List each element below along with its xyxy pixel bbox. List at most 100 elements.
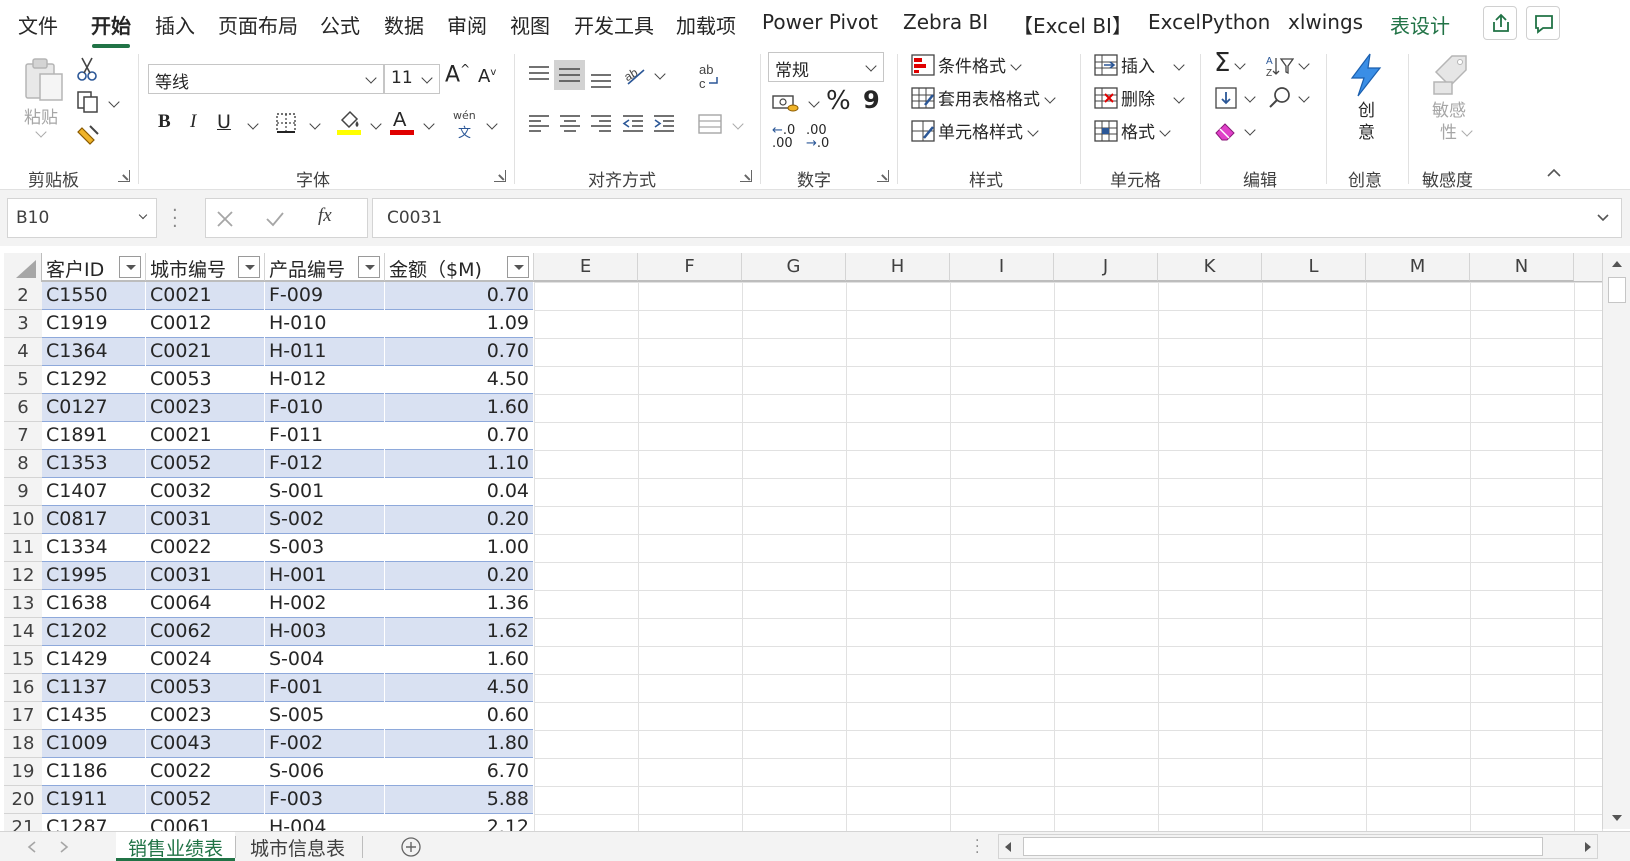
clipboard-launcher-icon[interactable]: [118, 170, 130, 182]
table-cell[interactable]: F-009: [265, 282, 385, 310]
align-left-icon[interactable]: [526, 112, 552, 136]
sensitivity-button[interactable]: [1430, 52, 1470, 102]
table-cell[interactable]: C0061: [146, 814, 265, 831]
fill-color-dropdown[interactable]: [370, 118, 382, 130]
vertical-scroll-thumb[interactable]: [1608, 277, 1626, 303]
find-select-dropdown[interactable]: [1298, 91, 1310, 103]
table-cell[interactable]: F-002: [265, 730, 385, 758]
clear-dropdown[interactable]: [1244, 124, 1256, 136]
table-cell[interactable]: F-003: [265, 786, 385, 814]
name-box[interactable]: B10: [7, 198, 157, 238]
table-cell[interactable]: F-012: [265, 450, 385, 478]
decrease-decimal-button[interactable]: .00 →.0: [806, 124, 829, 150]
table-cell[interactable]: H-003: [265, 618, 385, 646]
table-cell[interactable]: 4.50: [385, 366, 534, 394]
table-cell[interactable]: 1.60: [385, 646, 534, 674]
decrease-font-button[interactable]: Av: [478, 66, 496, 87]
currency-dropdown[interactable]: [808, 96, 820, 108]
underline-button[interactable]: U: [217, 111, 231, 133]
table-cell[interactable]: S-005: [265, 702, 385, 730]
table-cell[interactable]: C1009: [42, 730, 146, 758]
table-cell[interactable]: F-001: [265, 674, 385, 702]
phonetic-button[interactable]: wén 文: [453, 109, 476, 141]
row-header[interactable]: 18: [4, 730, 42, 758]
row-header[interactable]: 7: [4, 422, 42, 450]
table-cell[interactable]: H-012: [265, 366, 385, 394]
insert-cells-button[interactable]: 插入: [1121, 52, 1185, 77]
enter-check-icon[interactable]: [264, 208, 286, 230]
filter-dropdown-button[interactable]: [119, 256, 141, 278]
tab-xlwings[interactable]: xlwings: [1288, 10, 1363, 34]
table-cell[interactable]: C1891: [42, 422, 146, 450]
column-header[interactable]: N: [1470, 253, 1574, 281]
prev-sheet-icon[interactable]: [26, 840, 38, 854]
row-header[interactable]: 19: [4, 758, 42, 786]
table-cell[interactable]: F-011: [265, 422, 385, 450]
column-header[interactable]: G: [742, 253, 846, 281]
sheet-tab-sales[interactable]: 销售业绩表: [116, 832, 236, 861]
table-cell[interactable]: H-004: [265, 814, 385, 831]
table-format-button[interactable]: 套用表格格式: [938, 85, 1056, 110]
italic-button[interactable]: I: [190, 111, 196, 133]
find-select-icon[interactable]: [1268, 86, 1292, 110]
table-cell[interactable]: C1334: [42, 534, 146, 562]
table-cell[interactable]: C1407: [42, 478, 146, 506]
table-cell[interactable]: C0052: [146, 786, 265, 814]
table-cell[interactable]: C1911: [42, 786, 146, 814]
row-header[interactable]: 10: [4, 506, 42, 534]
tab-insert[interactable]: 插入: [155, 10, 195, 39]
currency-icon[interactable]: [772, 92, 800, 114]
scroll-right-icon[interactable]: [1583, 841, 1593, 853]
row-header[interactable]: 21: [4, 814, 42, 831]
expand-formula-bar-icon[interactable]: [1596, 212, 1610, 224]
column-header[interactable]: J: [1054, 253, 1158, 281]
middle-align-button[interactable]: [554, 60, 585, 90]
table-cell[interactable]: C0021: [146, 338, 265, 366]
table-cell[interactable]: C1353: [42, 450, 146, 478]
tab-developer[interactable]: 开发工具: [574, 10, 654, 39]
table-cell[interactable]: 0.20: [385, 506, 534, 534]
table-cell[interactable]: S-003: [265, 534, 385, 562]
table-cell[interactable]: C0024: [146, 646, 265, 674]
table-cell[interactable]: 1.62: [385, 618, 534, 646]
table-cell[interactable]: 1.10: [385, 450, 534, 478]
fill-dropdown[interactable]: [1244, 91, 1256, 103]
tab-excel-bi[interactable]: 【Excel BI】: [1013, 10, 1132, 39]
table-cell[interactable]: H-001: [265, 562, 385, 590]
conditional-format-button[interactable]: 条件格式: [938, 52, 1022, 77]
font-size-select[interactable]: 11: [384, 64, 440, 94]
tab-home[interactable]: 开始: [91, 10, 131, 48]
number-launcher-icon[interactable]: [877, 170, 889, 182]
scroll-up-icon[interactable]: [1610, 259, 1624, 269]
table-cell[interactable]: C0053: [146, 674, 265, 702]
font-color-dropdown[interactable]: [423, 118, 435, 130]
row-header[interactable]: 15: [4, 646, 42, 674]
table-cell[interactable]: 5.88: [385, 786, 534, 814]
row-header[interactable]: 20: [4, 786, 42, 814]
cut-button[interactable]: [76, 56, 98, 86]
horizontal-scrollbar[interactable]: [998, 834, 1598, 859]
horizontal-scroll-thumb[interactable]: [1023, 837, 1543, 856]
table-cell[interactable]: C0127: [42, 394, 146, 422]
table-cell[interactable]: 1.80: [385, 730, 534, 758]
sort-filter-icon[interactable]: AZ: [1266, 54, 1294, 78]
tab-excelpython[interactable]: ExcelPython: [1148, 10, 1270, 34]
merge-dropdown[interactable]: [732, 118, 744, 130]
font-color-button[interactable]: A: [389, 108, 415, 140]
table-cell[interactable]: S-006: [265, 758, 385, 786]
table-cell[interactable]: C0023: [146, 702, 265, 730]
borders-button[interactable]: [275, 112, 297, 138]
table-cell[interactable]: H-002: [265, 590, 385, 618]
table-cell[interactable]: 1.00: [385, 534, 534, 562]
table-cell[interactable]: C1435: [42, 702, 146, 730]
sheet-tab-city[interactable]: 城市信息表: [238, 832, 357, 861]
borders-dropdown[interactable]: [309, 118, 321, 130]
filter-dropdown-button[interactable]: [358, 256, 380, 278]
table-cell[interactable]: 0.70: [385, 282, 534, 310]
phonetic-dropdown[interactable]: [486, 118, 498, 130]
table-cell[interactable]: C1429: [42, 646, 146, 674]
table-cell[interactable]: C1287: [42, 814, 146, 831]
copy-button[interactable]: [76, 90, 100, 118]
table-cell[interactable]: 0.60: [385, 702, 534, 730]
cell-styles-button[interactable]: 单元格样式: [938, 118, 1039, 143]
